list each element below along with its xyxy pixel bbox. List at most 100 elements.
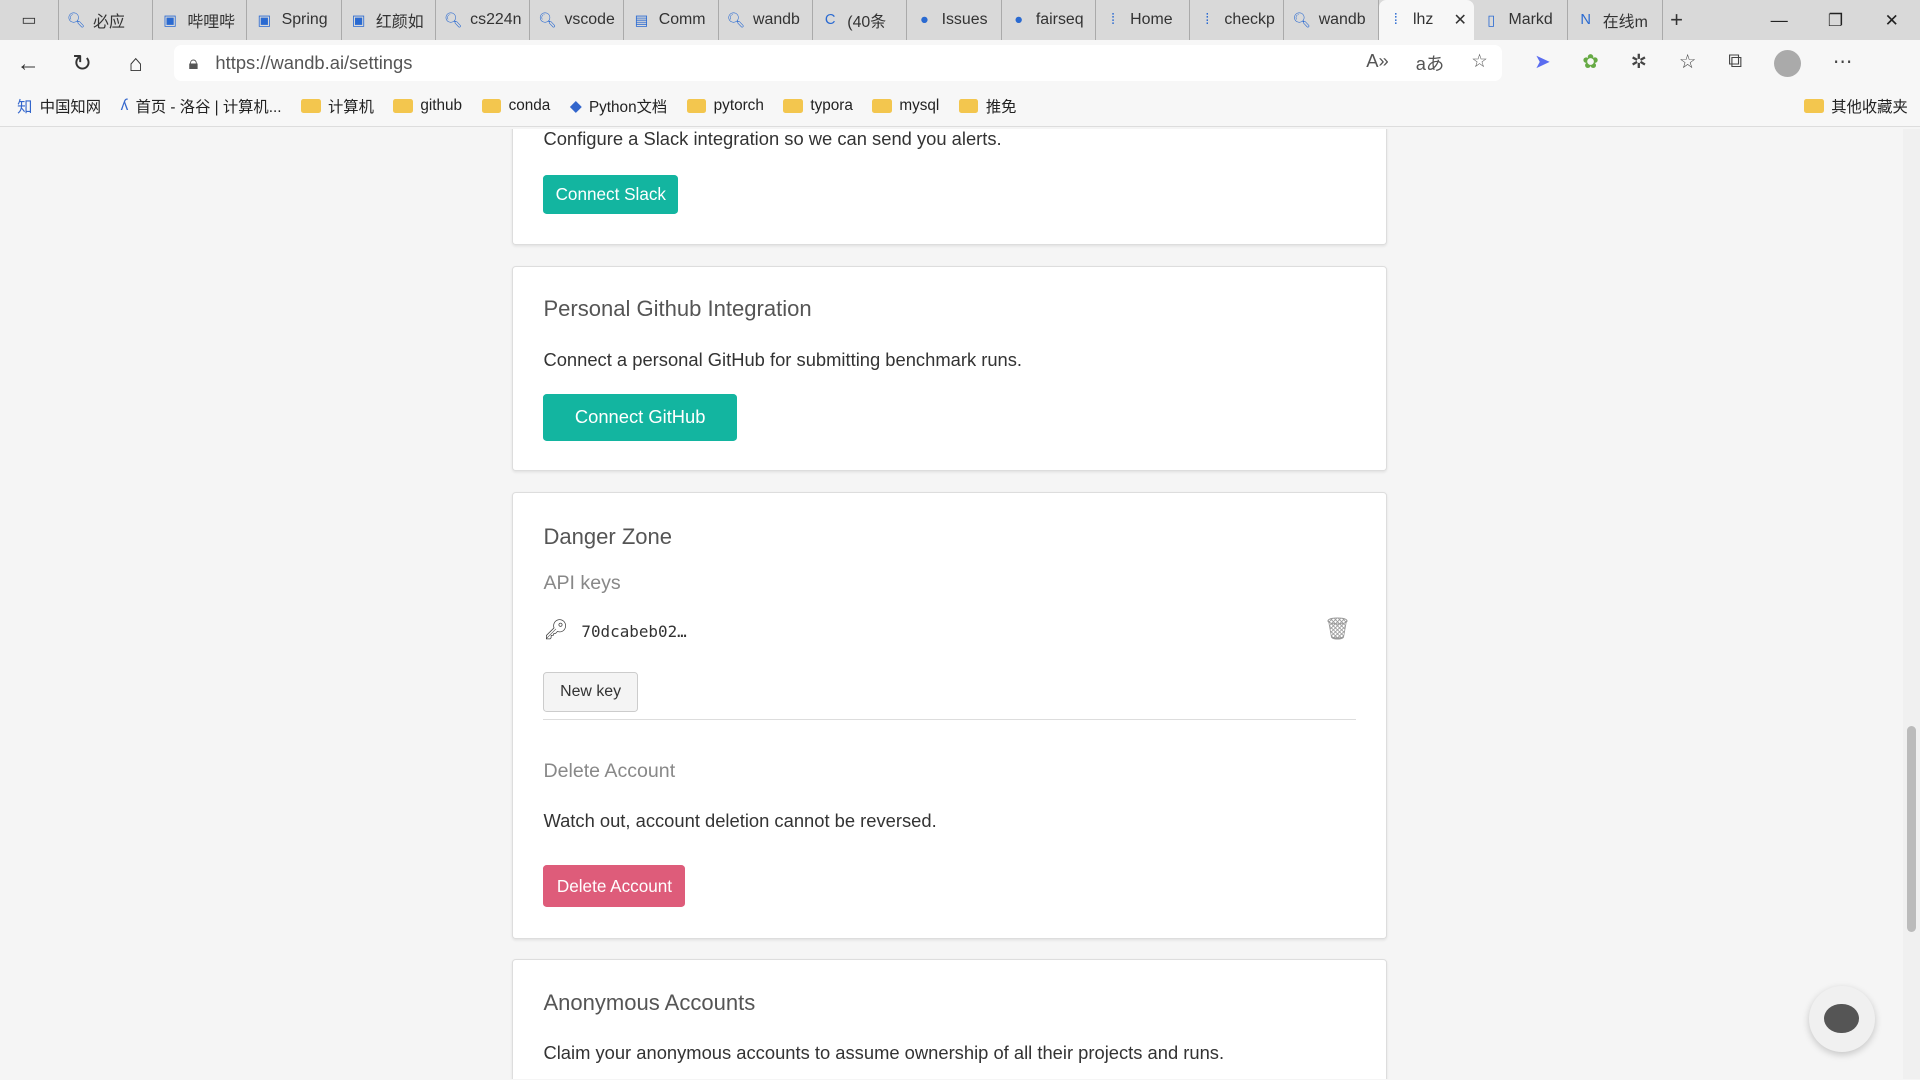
anonymous-accounts-title: Anonymous Accounts <box>543 990 756 1016</box>
bookmark-label: pytorch <box>713 97 764 115</box>
read-aloud-icon[interactable]: A» <box>1366 50 1388 76</box>
bookmark-item[interactable]: pytorch <box>686 95 764 117</box>
folder-icon <box>958 98 979 114</box>
lock-icon: 🔒︎ <box>188 52 199 74</box>
bookmark-item[interactable]: conda <box>481 95 550 117</box>
browser-tab[interactable]: ⁞ checkp <box>1190 0 1285 41</box>
bookmarks-bar: 知中国知网 ʎ 首页 - 洛谷 | 计算机... 计算机 github conda ◆ Pyt… <box>0 85 1920 128</box>
csdn-icon: C <box>824 12 836 29</box>
search-icon: 🔍︎ <box>443 13 463 30</box>
profile-avatar[interactable] <box>1774 49 1802 77</box>
bookmark-item[interactable]: ◆ Python文档 <box>570 95 667 117</box>
bookmark-item[interactable]: 计算机 <box>301 95 374 117</box>
bookmark-label: github <box>420 97 463 115</box>
connect-slack-button[interactable]: Connect Slack <box>543 174 679 215</box>
tab-label: Markd <box>1508 11 1553 29</box>
browser-tab[interactable]: 🔍︎ 必应 <box>59 0 154 41</box>
chat-support-button[interactable] <box>1808 985 1875 1052</box>
folder-icon <box>393 98 414 114</box>
divider <box>543 718 1356 720</box>
bookmark-item[interactable]: typora <box>783 95 853 117</box>
browser-tab[interactable]: 🔍︎ vscode <box>530 0 625 41</box>
browser-tab[interactable]: ▯ Markd <box>1474 0 1569 41</box>
danger-zone-title: Danger Zone <box>543 523 673 549</box>
tab-label: (40条 <box>847 13 887 31</box>
address-bar[interactable]: 🔒︎ https://wandb.ai/settings A» aあ ☆ <box>173 44 1503 82</box>
other-bookmarks-label: 其他收藏夹 <box>1831 99 1908 117</box>
bookmark-label: mysql <box>899 97 940 115</box>
translate-icon[interactable]: aあ <box>1416 50 1445 76</box>
refresh-icon[interactable]: ↻ <box>66 50 98 77</box>
connect-github-button[interactable]: Connect GitHub <box>543 394 737 441</box>
back-icon[interactable]: ← <box>12 50 44 77</box>
folder-icon <box>686 98 707 114</box>
browser-tab[interactable]: ▣ 哔哩哔 <box>153 0 248 41</box>
browser-tab[interactable]: 🔍︎ wandb <box>719 0 814 41</box>
extension-icon[interactable]: ✿ <box>1582 50 1598 77</box>
tab-label: Issues <box>941 11 988 29</box>
bookmark-label: 推免 <box>985 99 1017 117</box>
anonymous-accounts-card: Anonymous Accounts Claim your anonymous … <box>511 958 1388 1079</box>
bookmark-item[interactable]: ʎ 首页 - 洛谷 | 计算机... <box>121 95 282 117</box>
tab-label: wandb <box>753 11 800 29</box>
restore-button[interactable]: ❐ <box>1807 0 1863 40</box>
collections-icon[interactable]: ⧉ <box>1728 50 1742 77</box>
bookmark-label: 中国知网 <box>39 99 101 117</box>
bookmark-label: 首页 - 洛谷 | 计算机... <box>135 99 282 117</box>
other-bookmarks[interactable]: 其他收藏夹 <box>1804 95 1908 117</box>
browser-toolbar: ← ↻ ⌂ 🔒︎ https://wandb.ai/settings A» aあ ☆… <box>0 40 1920 86</box>
tab-label: checkp <box>1224 11 1275 29</box>
browser-tab[interactable]: N 在线m <box>1568 0 1663 41</box>
key-icon: 🔑︎ <box>543 619 569 642</box>
bookmark-item[interactable]: mysql <box>872 95 939 117</box>
search-icon: 🔍︎ <box>66 13 86 30</box>
browser-tab[interactable]: 🔍︎ wandb <box>1284 0 1379 41</box>
home-icon[interactable]: ⌂ <box>120 50 152 77</box>
close-tab-icon[interactable]: ✕ <box>1454 10 1467 30</box>
delete-account-button[interactable]: Delete Account <box>543 865 686 908</box>
browser-tab[interactable]: C (40条 <box>813 0 908 41</box>
bookmark-item[interactable]: 推免 <box>958 95 1017 117</box>
api-key-value: 70dcabeb02… <box>581 621 687 641</box>
github-title: Personal Github Integration <box>543 296 812 322</box>
github-description: Connect a personal GitHub for submitting… <box>543 348 1023 370</box>
close-window-button[interactable]: ✕ <box>1864 0 1920 40</box>
tab-actions-button[interactable]: ▭ <box>0 0 59 41</box>
browser-tab[interactable]: 🔍︎ cs224n <box>436 0 531 41</box>
minimize-button[interactable]: — <box>1751 0 1807 40</box>
browser-tab[interactable]: ⁞ Home <box>1096 0 1191 41</box>
tab-bar: ▭ 🔍︎ 必应 ▣ 哔哩哔 ▣ Spring ▣ 红颜如 🔍︎ cs224n 🔍︎ vscode ▤ Co… <box>0 0 1920 41</box>
danger-zone-card: Danger Zone API keys 🔑︎ 70dcabeb02… 🗑︎ N… <box>511 492 1388 940</box>
scrollbar[interactable] <box>1902 128 1920 1079</box>
tab-label: 哔哩哔 <box>187 13 236 31</box>
settings-page: Configure a Slack integration so we can … <box>0 128 1903 1079</box>
url-text[interactable]: https://wandb.ai/settings <box>215 52 1349 74</box>
browser-tab[interactable]: ▣ 红颜如 <box>342 0 436 41</box>
browser-tab[interactable]: ⁞ lhz ✕ <box>1378 0 1475 41</box>
delete-account-title: Delete Account <box>543 760 676 783</box>
extensions-icon[interactable]: ✲ <box>1631 50 1647 77</box>
extension-bird-icon[interactable]: ➤ <box>1534 50 1550 77</box>
add-favorite-icon[interactable]: ☆ <box>1471 50 1487 76</box>
trash-icon[interactable]: 🗑︎ <box>1323 616 1351 642</box>
scrollbar-thumb[interactable] <box>1906 726 1917 932</box>
folder-icon <box>872 98 893 114</box>
bilibili-icon: ▣ <box>351 12 366 29</box>
new-key-button[interactable]: New key <box>543 672 638 713</box>
bookmark-item[interactable]: 知中国知网 <box>17 95 101 117</box>
favorites-icon[interactable]: ☆ <box>1679 50 1697 77</box>
search-icon: 🔍︎ <box>726 13 746 30</box>
browser-tab[interactable]: ● fairseq <box>1002 0 1096 41</box>
browser-tab[interactable]: ● Issues <box>907 0 1002 41</box>
new-tab-button[interactable]: + <box>1663 0 1691 40</box>
browser-tab[interactable]: ▤ Comm <box>624 0 719 41</box>
github-icon: ● <box>1014 12 1024 29</box>
bookmark-item[interactable]: github <box>393 95 462 117</box>
more-icon[interactable]: ⋯ <box>1833 50 1853 77</box>
search-icon: 🔍︎ <box>537 13 557 30</box>
tab-label: Spring <box>281 11 328 29</box>
browser-tab[interactable]: ▣ Spring <box>247 0 342 41</box>
tab-label: lhz <box>1412 11 1434 29</box>
tab-label: fairseq <box>1035 11 1084 29</box>
tab-label: 必应 <box>93 13 125 31</box>
